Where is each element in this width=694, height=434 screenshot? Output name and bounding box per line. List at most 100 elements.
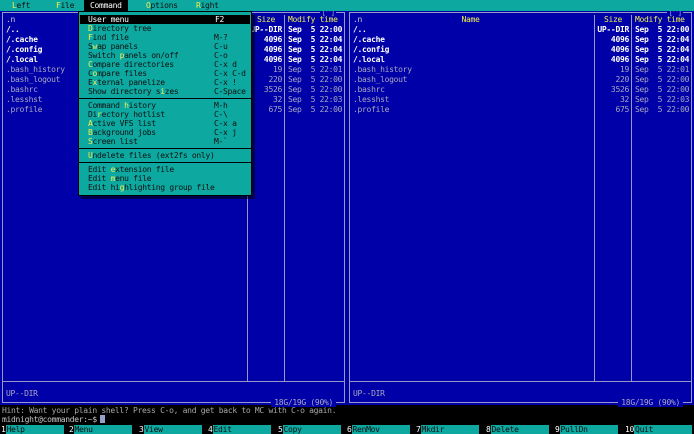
menu-item-active-vfs-list[interactable]: Active VFS list C-x a [79,119,251,128]
menu-item-external-panelize[interactable]: External panelize C-x ! [79,78,251,87]
column-header-size[interactable]: Size [248,15,284,25]
file-size: 4096 [263,35,282,44]
menu-item-show-directory-sizes[interactable]: Show directory sizes C-Space [79,87,251,96]
ministatus-divider [350,381,691,382]
ministatus-divider [3,381,344,382]
menu-item-directory-hotlist[interactable]: Directory hotlist C-\ [79,110,251,119]
file-size: 3526 [610,85,629,94]
fkey-3-view[interactable]: 3View [139,425,202,434]
file-name: /.cache [353,35,385,44]
file-mtime: Sep 5 22:03 [288,95,343,104]
menubar-item-right[interactable]: Right [190,0,225,11]
menu-item-swap-panels[interactable]: Swap panels C-u [79,42,251,51]
file-row-..[interactable]: /.. UP--DIR Sep 5 22:00 [351,25,690,35]
menu-shortcut: F2 [215,15,225,24]
file-name: .lesshst [6,95,43,104]
menu-item-edit-menu-file[interactable]: Edit menu file [79,174,251,183]
fkey-4-edit[interactable]: 4Edit [208,425,271,434]
menu-item-directory-tree[interactable]: Directory tree [79,24,251,33]
file-name: .lesshst [353,95,390,104]
file-row-.bashrc[interactable]: .bashrc 3526 Sep 5 22:00 [351,85,690,95]
file-name: /.. [353,25,367,34]
menu-item-undelete-files-ext2fs-only-[interactable]: Undelete files (ext2fs only) [79,151,251,160]
file-mtime: Sep 5 22:01 [288,65,343,74]
menu-bar: Left File Command Options Right [0,0,694,11]
disk-usage-label: 18G/19G (90%) [618,398,683,407]
file-panel-right: [^] 18G/19G (90%) .n Name Size Modify ti… [347,8,694,407]
file-name: /.config [6,45,43,54]
file-row-.profile[interactable]: .profile 675 Sep 5 22:00 [351,105,690,115]
file-row-.local[interactable]: /.local 4096 Sep 5 22:04 [351,55,690,65]
menubar-item-command[interactable]: Command [84,0,128,11]
ministatus: UP--DIR [6,389,38,398]
file-name: /.. [6,25,20,34]
file-mtime: Sep 5 22:00 [288,75,343,84]
menu-shortcut: C-\ [214,110,228,119]
menu-shortcut: C-u [214,42,228,51]
fkey-1-help[interactable]: 1Help [1,425,64,434]
fkey-label: Quit [634,425,693,434]
menu-item-background-jobs[interactable]: Background jobs C-x j [79,128,251,137]
menu-item-edit-extension-file[interactable]: Edit extension file [79,165,251,174]
file-mtime: Sep 5 22:01 [635,65,690,74]
shell-command-line[interactable]: midnight@commander:~$ [2,415,105,425]
file-size: 4096 [610,35,629,44]
fkey-7-mkdir[interactable]: 7Mkdir [416,425,479,434]
file-mtime: Sep 5 22:00 [635,75,690,84]
fkey-8-delete[interactable]: 8Delete [486,425,549,434]
file-size: 19 [272,65,282,74]
menu-shortcut: M-? [214,33,228,42]
fkey-10-quit[interactable]: 10Quit [625,425,693,434]
fkey-2-menu[interactable]: 2Menu [69,425,132,434]
file-name: .bash_history [353,65,412,74]
column-header-mtime[interactable]: Modify time [288,15,338,25]
column-header-name[interactable]: Name [347,15,594,25]
fkey-label: View [143,425,202,434]
menubar-item-options[interactable]: Options [140,0,184,11]
fkey-9-pulldn[interactable]: 9PullDn [555,425,618,434]
file-row-.cache[interactable]: /.cache 4096 Sep 5 22:04 [351,35,690,45]
menu-shortcut: M-h [214,101,228,110]
file-size: 4096 [263,55,282,64]
menu-item-find-file[interactable]: Find file M-? [79,33,251,42]
menu-item-compare-directories[interactable]: Compare directories C-x d [79,60,251,69]
file-mtime: Sep 5 22:00 [288,25,343,34]
fkey-5-copy[interactable]: 5Copy [278,425,341,434]
fkey-number: 10 [625,425,635,434]
file-mtime: Sep 5 22:00 [635,105,690,114]
menu-item-compare-files[interactable]: Compare files C-x C-d [79,69,251,78]
menu-item-switch-panels-on-off[interactable]: Switch panels on/off C-o [79,51,251,60]
file-row-.config[interactable]: /.config 4096 Sep 5 22:04 [351,45,690,55]
menu-item-edit-highlighting-group-file[interactable]: Edit highlighting group file [79,183,251,192]
text-cursor [99,415,105,423]
file-name: .bash_logout [353,75,408,84]
midnight-commander-screen: [^] 18G/19G (90%) .n Name Size Modify ti… [0,0,694,434]
column-header-mtime[interactable]: Modify time [635,15,685,25]
file-mtime: Sep 5 22:04 [635,45,690,54]
file-row-.bash_history[interactable]: .bash_history 19 Sep 5 22:01 [351,65,690,75]
file-size: UP--DIR [250,25,282,34]
function-key-bar: 1Help 2Menu 3View 4Edit 5Copy 6RenMov 7Mkdir 8D… [0,425,694,434]
menu-shortcut: C-x ! [214,78,237,87]
column-header-size[interactable]: Size [595,15,631,25]
file-mtime: Sep 5 22:04 [288,45,343,54]
menu-item-screen-list[interactable]: Screen list M-` [79,137,251,146]
menu-shortcut: C-x j [214,128,237,137]
file-row-.lesshst[interactable]: .lesshst 32 Sep 5 22:03 [351,95,690,105]
fkey-6-renmov[interactable]: 6RenMov [347,425,410,434]
file-mtime: Sep 5 22:00 [288,105,343,114]
menu-item-command-history[interactable]: Command history M-h [79,101,251,110]
file-row-.bash_logout[interactable]: .bash_logout 220 Sep 5 22:00 [351,75,690,85]
menu-shortcut: C-x a [214,119,237,128]
file-size: 4096 [610,45,629,54]
file-mtime: Sep 5 22:04 [635,55,690,64]
menu-shortcut: C-x C-d [214,69,246,78]
file-size: 4096 [610,55,629,64]
fkey-label: Edit [212,425,271,434]
menubar-item-left[interactable]: Left [6,0,36,11]
menubar-item-file[interactable]: File [50,0,80,11]
shell-prompt: midnight@commander:~$ [2,415,97,424]
menu-item-user-menu[interactable]: User menu F2 [80,15,250,24]
fkey-label: Menu [73,425,132,434]
file-size: UP--DIR [597,25,629,34]
